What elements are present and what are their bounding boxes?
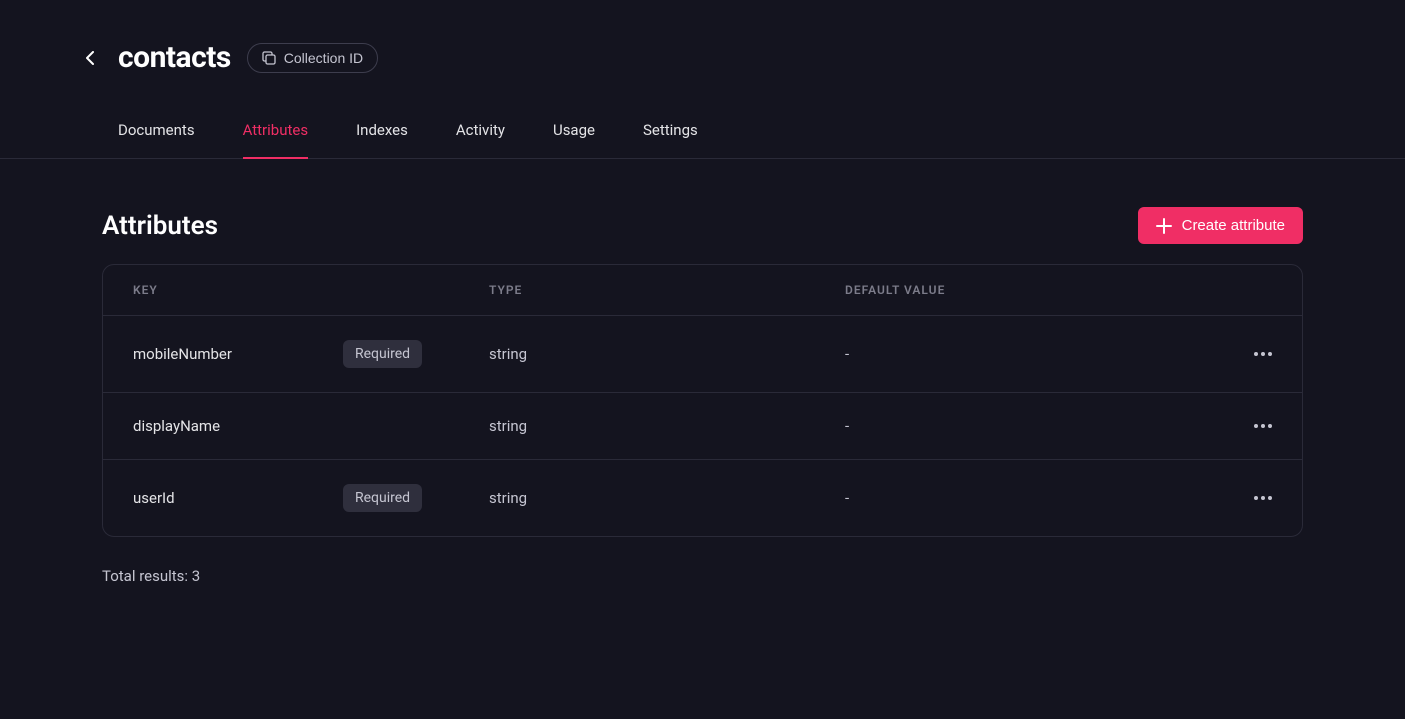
attribute-key: displayName [133,417,220,435]
dot-icon [1254,496,1258,500]
tab-activity[interactable]: Activity [456,121,505,159]
content-title: Attributes [102,211,218,241]
table-row[interactable]: displayName string - [103,393,1302,460]
column-header-actions [1232,283,1272,297]
chevron-left-icon [86,51,94,65]
dot-icon [1254,352,1258,356]
page-title: contacts [118,40,231,75]
attribute-type: string [489,417,527,435]
column-header-type: TYPE [489,283,845,297]
required-badge: Required [343,340,422,368]
dot-icon [1268,424,1272,428]
tabs-nav: Documents Attributes Indexes Activity Us… [0,121,1405,159]
more-options-button[interactable] [1254,352,1272,356]
total-results: Total results: 3 [102,567,1303,585]
attribute-key: mobileNumber [133,345,232,363]
tab-documents[interactable]: Documents [118,121,195,159]
attribute-default: - [845,489,849,507]
attribute-default: - [845,417,849,435]
table-row[interactable]: userId Required string - [103,460,1302,536]
attribute-key: userId [133,489,175,507]
page-header: contacts Collection ID [102,0,1303,83]
dot-icon [1261,352,1265,356]
back-button[interactable] [78,46,102,70]
dot-icon [1254,424,1258,428]
collection-id-label: Collection ID [284,50,363,66]
attributes-table: KEY TYPE DEFAULT VALUE mobileNumber Requ… [102,264,1303,537]
table-header: KEY TYPE DEFAULT VALUE [103,265,1302,316]
required-badge: Required [343,484,422,512]
collection-id-button[interactable]: Collection ID [247,43,378,73]
tab-attributes[interactable]: Attributes [243,121,309,159]
create-attribute-button[interactable]: Create attribute [1138,207,1303,244]
attribute-type: string [489,345,527,363]
dot-icon [1261,496,1265,500]
dot-icon [1268,496,1272,500]
attribute-default: - [845,345,849,363]
copy-icon [262,51,276,65]
content-header: Attributes Create attribute [102,207,1303,244]
column-header-default: DEFAULT VALUE [845,283,1232,297]
dot-icon [1268,352,1272,356]
tab-settings[interactable]: Settings [643,121,698,159]
tab-usage[interactable]: Usage [553,121,595,159]
more-options-button[interactable] [1254,424,1272,428]
column-header-key: KEY [133,283,489,297]
tab-indexes[interactable]: Indexes [356,121,408,159]
plus-icon [1156,218,1172,234]
attribute-type: string [489,489,527,507]
create-attribute-label: Create attribute [1182,217,1285,234]
more-options-button[interactable] [1254,496,1272,500]
table-row[interactable]: mobileNumber Required string - [103,316,1302,393]
dot-icon [1261,424,1265,428]
